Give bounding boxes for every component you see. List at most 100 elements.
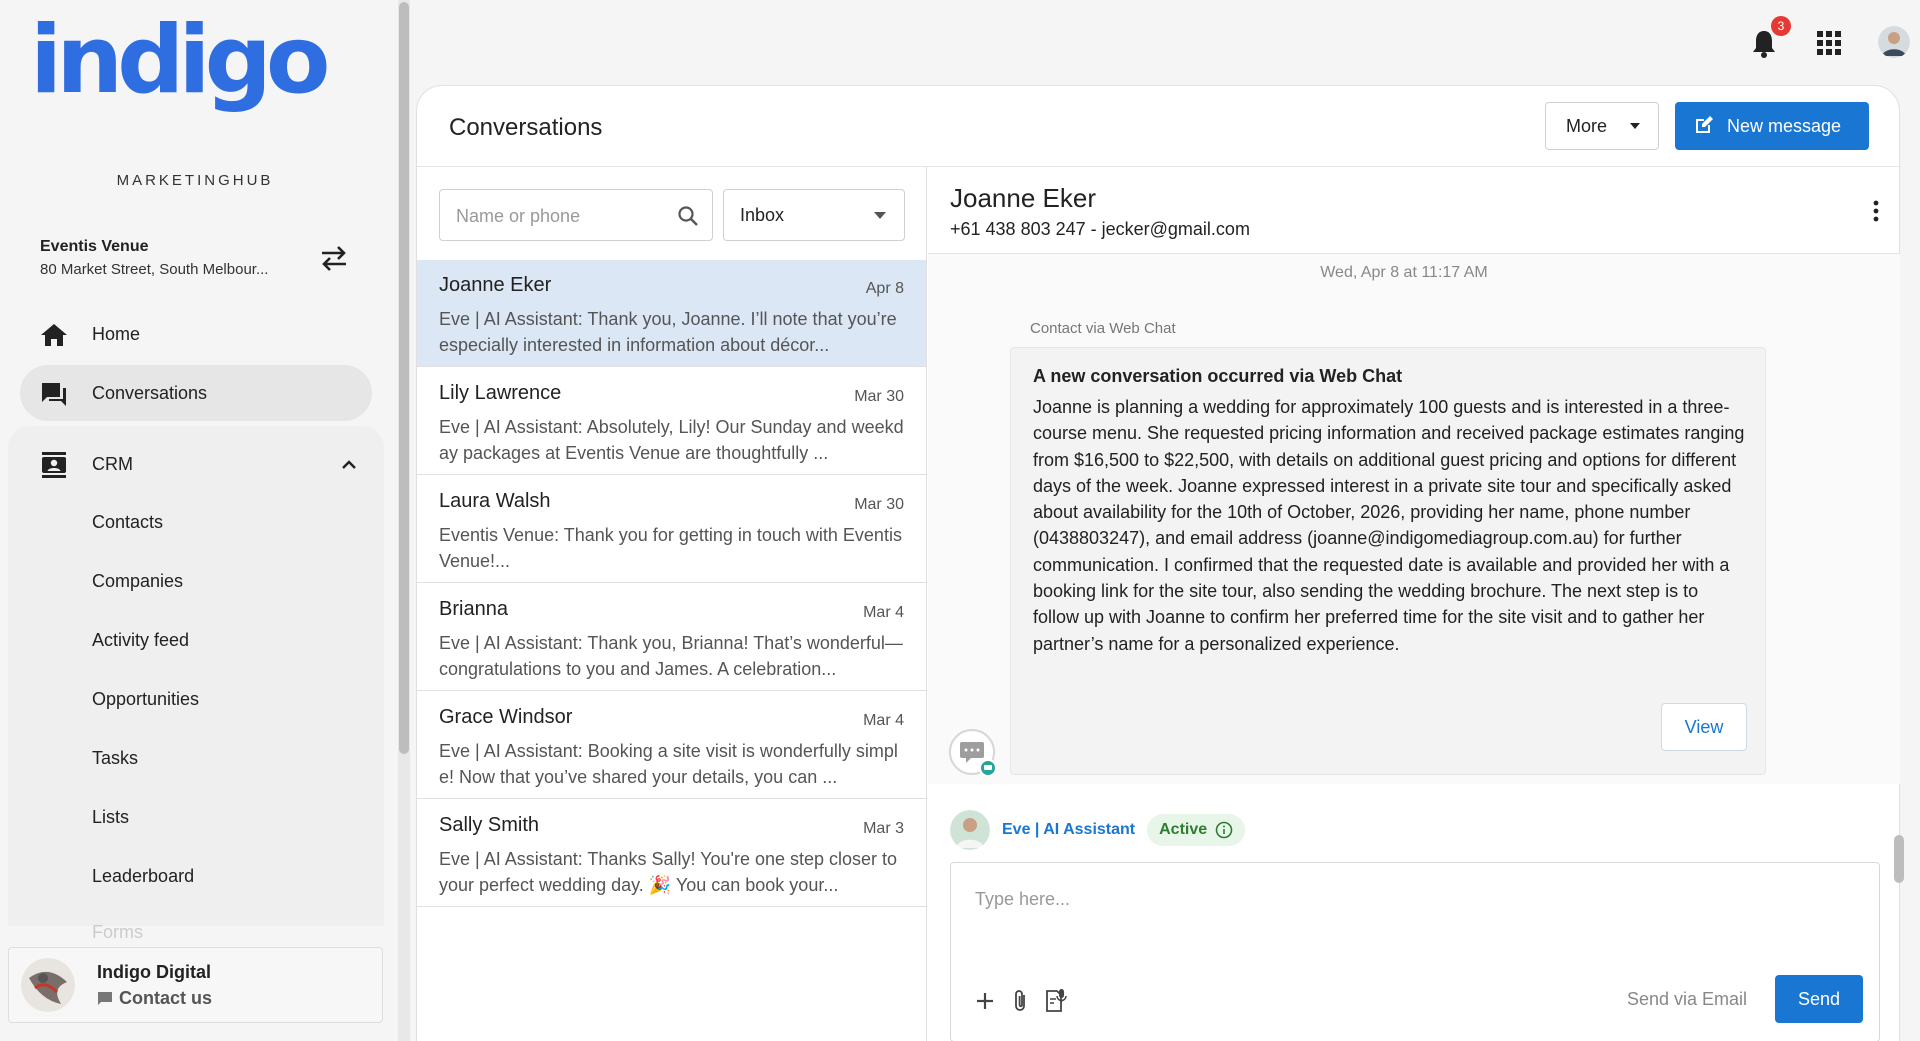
nav-home-label: Home: [92, 323, 141, 344]
view-button[interactable]: View: [1661, 703, 1747, 751]
contacts-book-icon: [42, 452, 66, 478]
conversation-date: Mar 3: [863, 820, 904, 837]
nav-crm-label: CRM: [92, 453, 133, 474]
switch-venue-icon[interactable]: [318, 244, 350, 272]
conversation-preview: Eve | AI Assistant: Absolutely, Lily! Ou…: [439, 417, 904, 463]
nav-tasks[interactable]: Tasks: [92, 748, 138, 769]
conversation-date: Mar 4: [863, 604, 904, 621]
more-button-label: More: [1566, 115, 1608, 136]
conversation-date: Mar 30: [854, 388, 904, 405]
inbox-filter-value: Inbox: [740, 205, 785, 225]
active-status-label: Active: [1159, 821, 1208, 838]
sidebar-scrollbar[interactable]: [398, 0, 410, 1041]
document-mic-icon[interactable]: [1041, 987, 1069, 1015]
nav-activity-feed[interactable]: Activity feed: [92, 630, 189, 651]
message-icon: [98, 991, 112, 1005]
svg-text:indigo: indigo: [30, 14, 327, 115]
conversation-item[interactable]: Laura Walsh Mar 30 Eventis Venue: Thank …: [417, 476, 926, 583]
send-button[interactable]: Send: [1775, 975, 1863, 1023]
active-status-badge: Active: [1147, 814, 1246, 846]
conversation-preview: Eve | AI Assistant: Booking a site visit…: [439, 741, 898, 787]
nav-opportunities[interactable]: Opportunities: [92, 689, 199, 710]
message-thread[interactable]: Wed, Apr 8 at 11:17 AM Contact via Web C…: [928, 254, 1900, 784]
send-via-email-option[interactable]: Send via Email: [1627, 989, 1747, 1010]
more-button[interactable]: More: [1545, 102, 1659, 150]
conversation-item[interactable]: Brianna Mar 4 Eve | AI Assistant: Thank …: [417, 584, 926, 691]
nav-conversations[interactable]: Conversations: [20, 365, 372, 421]
plus-icon[interactable]: [971, 987, 999, 1015]
page-title: Conversations: [449, 114, 603, 141]
search-box: [439, 189, 713, 241]
conversation-summary-card: A new conversation occurred via Web Chat…: [1010, 347, 1766, 775]
crm-section: [8, 426, 384, 926]
org-avatar[interactable]: [21, 958, 75, 1012]
new-message-label: New message: [1727, 115, 1842, 136]
chat-icon: [42, 383, 66, 406]
notification-badge: 3: [1771, 16, 1791, 36]
attachment-icon[interactable]: [1007, 987, 1035, 1015]
contact-info: +61 438 803 247 - jecker@gmail.com: [950, 219, 1250, 239]
nav-lists[interactable]: Lists: [92, 807, 129, 828]
sidebar: indigo MARKETINGHUB Eventis Venue 80 Mar…: [0, 0, 396, 1041]
nav-leaderboard[interactable]: Leaderboard: [92, 866, 194, 887]
contact-us-link[interactable]: Contact us: [97, 988, 212, 1009]
message-source-label: Contact via Web Chat: [1030, 320, 1176, 337]
conversation-item[interactable]: Sally Smith Mar 3 Eve | AI Assistant: Th…: [417, 800, 926, 907]
conversation-name: Laura Walsh: [439, 490, 551, 512]
thread-scrollbar[interactable]: [1880, 254, 1900, 784]
sidebar-scroll-thumb[interactable]: [399, 2, 409, 754]
logo-subtitle: MARKETINGHUB: [116, 172, 274, 189]
conversation-preview: Eventis Venue: Thank you for getting in …: [439, 525, 902, 571]
caret-down-icon: [1630, 123, 1640, 129]
nav-forms-faded: Forms: [92, 922, 143, 942]
conversation-item[interactable]: Grace Windsor Mar 4 Eve | AI Assistant: …: [417, 692, 926, 799]
message-input[interactable]: [975, 889, 1855, 949]
summary-body: Joanne is planning a wedding for approxi…: [1033, 397, 1745, 654]
new-message-button[interactable]: New message: [1675, 102, 1869, 150]
nav-companies[interactable]: Companies: [92, 571, 183, 592]
apps-grid-icon[interactable]: [1816, 30, 1842, 56]
home-icon: [41, 324, 67, 346]
conversations-card: Conversations More New message Inbox Joa…: [416, 85, 1904, 1041]
caret-down-icon: [874, 212, 886, 219]
account-panel: Indigo Digital Contact us: [8, 947, 383, 1023]
nav-home[interactable]: Home: [20, 306, 372, 362]
conversation-name: Grace Windsor: [439, 706, 573, 728]
conversation-date: Apr 8: [865, 280, 904, 297]
conversation-preview: Eve | AI Assistant: Thank you, Joanne. I…: [439, 309, 897, 355]
message-composer: Send via Email Send: [950, 862, 1880, 1041]
conversation-detail-panel: Joanne Eker +61 438 803 247 - jecker@gma…: [928, 167, 1904, 1041]
nav-crm[interactable]: CRM: [20, 436, 372, 492]
compose-icon: [1696, 116, 1713, 133]
search-icon[interactable]: [676, 204, 700, 228]
contact-us-label: Contact us: [119, 988, 213, 1008]
inbox-filter-select[interactable]: Inbox: [723, 189, 905, 241]
org-name: Indigo Digital: [97, 962, 211, 982]
thread-scroll-thumb[interactable]: [1894, 835, 1904, 883]
conversation-item[interactable]: Lily Lawrence Mar 30 Eve | AI Assistant:…: [417, 368, 926, 475]
nav-conversations-label: Conversations: [92, 382, 208, 403]
chevron-up-icon[interactable]: [340, 456, 358, 474]
assistant-name[interactable]: Eve | AI Assistant: [1002, 821, 1135, 839]
conversation-preview: Eve | AI Assistant: Thanks Sally! You're…: [439, 849, 898, 895]
conversation-item[interactable]: Joanne Eker Apr 8 Eve | AI Assistant: Th…: [417, 260, 926, 367]
conversation-preview: Eve | AI Assistant: Thank you, Brianna! …: [439, 633, 903, 679]
conversation-date: Mar 30: [854, 496, 904, 513]
info-icon[interactable]: [1215, 821, 1233, 839]
search-input[interactable]: [456, 204, 666, 228]
more-options-icon[interactable]: [1864, 199, 1888, 223]
date-separator: Wed, Apr 8 at 11:17 AM: [1320, 264, 1488, 281]
conversation-list-panel: Inbox Joanne Eker Apr 8 Eve | AI Assista…: [417, 167, 927, 1041]
conversation-name: Brianna: [439, 598, 508, 620]
conversation-name: Lily Lawrence: [439, 382, 562, 404]
summary-heading: A new conversation occurred via Web Chat: [1033, 366, 1403, 386]
indigo-logo[interactable]: indigo: [30, 14, 364, 144]
conversation-name: Sally Smith: [439, 814, 540, 836]
assistant-avatar: [950, 810, 990, 850]
venue-address: 80 Market Street, South Melbour...: [40, 261, 269, 278]
user-avatar[interactable]: [1878, 26, 1910, 58]
conversation-date: Mar 4: [863, 712, 904, 729]
contact-name: Joanne Eker: [950, 183, 1096, 213]
assistant-status-row: Eve | AI Assistant Active: [950, 810, 1246, 850]
nav-contacts[interactable]: Contacts: [92, 512, 163, 533]
